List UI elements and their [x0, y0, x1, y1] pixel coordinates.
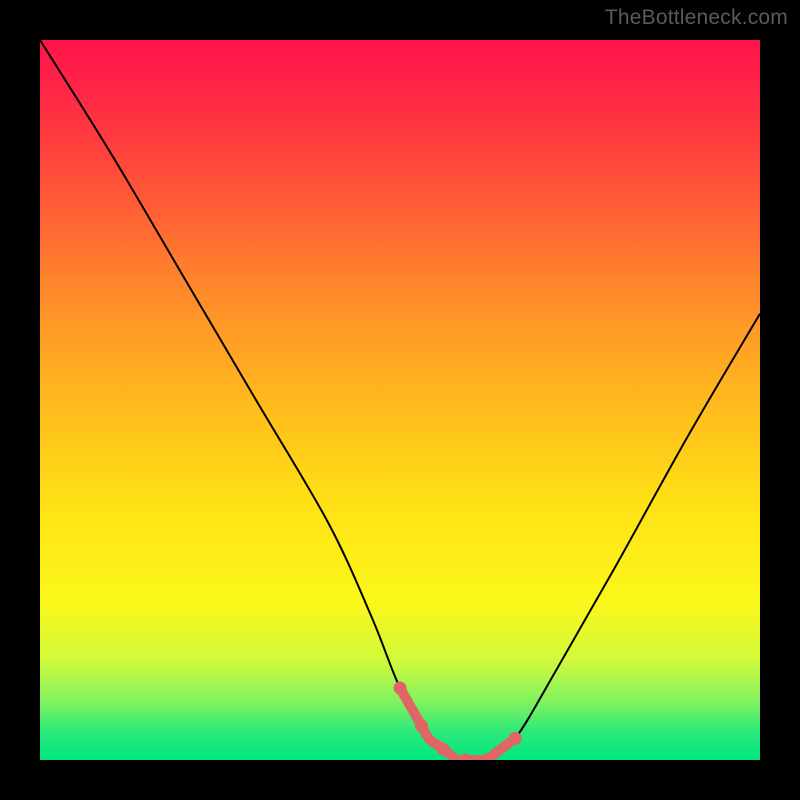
- chart-frame: TheBottleneck.com: [0, 0, 800, 800]
- chart-svg: [40, 40, 760, 760]
- curve-line: [40, 40, 760, 760]
- watermark-text: TheBottleneck.com: [605, 6, 788, 30]
- highlight-dot: [437, 743, 450, 756]
- highlight-dot: [415, 719, 428, 732]
- highlight-dot: [458, 754, 471, 761]
- highlight-dot: [394, 682, 407, 695]
- plot-area: [40, 40, 760, 760]
- highlight-dot: [509, 732, 522, 745]
